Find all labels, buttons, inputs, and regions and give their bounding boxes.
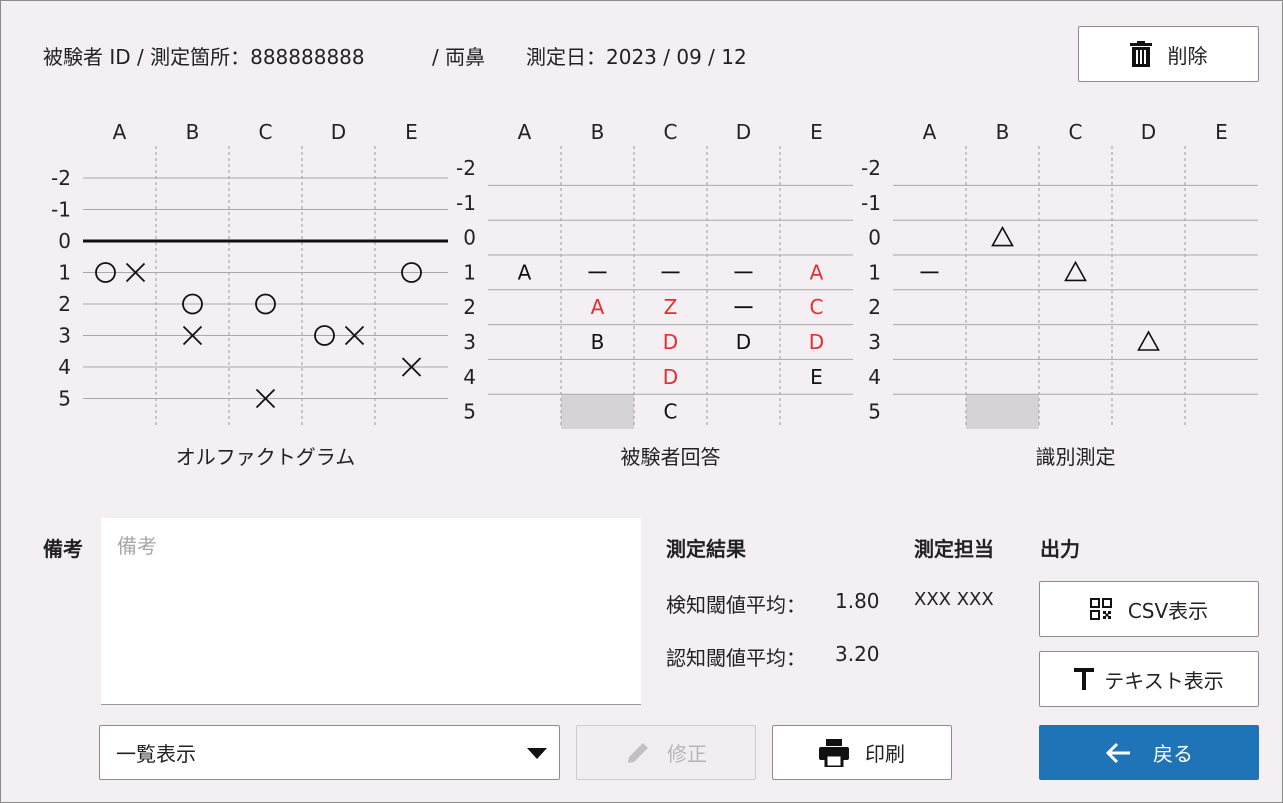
olfactogram-col-label-A: A — [113, 120, 127, 144]
results-title: 測定結果 — [666, 537, 746, 561]
identification-col-label-C: C — [1069, 120, 1083, 144]
answers-answer-mark: C — [810, 295, 824, 319]
answers-answer-mark: Z — [664, 295, 678, 319]
edit-label: 修正 — [667, 742, 707, 766]
identification-triangle-mark — [1137, 330, 1160, 351]
view-mode-value: 一覧表示 — [116, 742, 196, 766]
answers-answer-mark: D — [663, 365, 678, 389]
answers-row-label: 5 — [463, 400, 476, 424]
olfactogram-row-label: 0 — [58, 229, 71, 253]
identification-col-label-A: A — [923, 120, 937, 144]
identification-col-label-E: E — [1215, 120, 1228, 144]
answers-col-label-D: D — [736, 120, 751, 144]
olfactogram-col-label-B: B — [186, 120, 200, 144]
answers-answer-mark: D — [663, 330, 678, 354]
identification-triangle-mark — [1064, 260, 1087, 282]
arrow-left-icon — [1105, 742, 1131, 764]
answers-row-label: 0 — [463, 226, 476, 250]
identification-col-label-D: D — [1141, 120, 1156, 144]
detection-threshold-value: 1.80 — [835, 589, 880, 613]
identification-row-label: 3 — [868, 330, 881, 354]
identification-row-label: 5 — [868, 400, 881, 424]
answers-answer-mark: E — [810, 365, 823, 389]
view-mode-select[interactable]: 一覧表示 — [99, 725, 560, 780]
answers-col-label-A: A — [518, 120, 532, 144]
answers-col-label-E: E — [810, 120, 823, 144]
charts-area: A B C D E-2-1012345オルファクトグラムA B C D E-2-1012345A… — [51, 120, 1258, 469]
staff-title: 測定担当 — [914, 537, 994, 561]
staff-name: XXX XXX — [914, 589, 994, 610]
edit-button[interactable]: 修正 — [576, 725, 756, 780]
answers-title: 被験者回答 — [621, 445, 721, 469]
text-view-button[interactable]: テキスト表示 — [1039, 651, 1259, 707]
answers-answer-mark: B — [591, 330, 605, 354]
printer-icon — [819, 738, 849, 767]
memo-label: 備考 — [43, 537, 83, 561]
answers-row-label: 1 — [463, 260, 476, 284]
olfactogram-col-label-E: E — [405, 120, 418, 144]
identification-col-label-B: B — [996, 120, 1010, 144]
memo-textarea[interactable] — [101, 518, 641, 705]
identification-row-label: -1 — [861, 191, 881, 215]
olfactogram-row-label: 2 — [58, 292, 71, 316]
print-label: 印刷 — [865, 742, 905, 766]
olfactogram-row-label: -2 — [51, 166, 71, 190]
olfactogram-row-label: -1 — [51, 198, 71, 222]
answers-shaded-cell — [561, 394, 634, 429]
recognition-threshold-label: 認知閾値平均： — [666, 646, 806, 670]
qr-icon — [1089, 598, 1112, 620]
csv-view-label: CSV表示 — [1127, 598, 1209, 623]
identification-triangle-mark — [991, 225, 1014, 247]
olfactogram-col-label-D: D — [331, 120, 346, 144]
output-title: 出力 — [1040, 537, 1080, 561]
olfactogram-row-label: 1 — [58, 261, 71, 285]
answers-answer-mark: D — [736, 330, 751, 354]
answers-row-label: 3 — [463, 330, 476, 354]
identification-title: 識別測定 — [1036, 445, 1116, 469]
identification-row-label: 0 — [868, 226, 881, 250]
answers-col-label-C: C — [664, 120, 678, 144]
olfactogram-title: オルファクトグラム — [176, 445, 355, 469]
answers-answer-mark: A — [591, 295, 605, 319]
csv-view-button[interactable]: CSV表示 — [1039, 581, 1259, 637]
answers-answer-mark: A — [518, 260, 532, 284]
answers-answer-mark: A — [810, 260, 824, 284]
answers-row-label: 2 — [463, 295, 476, 319]
print-button[interactable]: 印刷 — [772, 725, 952, 780]
detection-threshold-label: 検知閾値平均： — [666, 593, 806, 617]
recognition-threshold-value: 3.20 — [835, 642, 880, 666]
identification-row-label: 4 — [868, 365, 881, 389]
caret-down-icon — [527, 748, 547, 759]
text-view-label: テキスト表示 — [1104, 668, 1224, 693]
answers-answer-mark: C — [664, 400, 678, 424]
identification-shaded-cell — [966, 394, 1039, 429]
app-window: 被験者 ID / 測定箇所：888888888 / 両鼻 測定日：2023 / … — [0, 0, 1283, 803]
olfactogram-col-label-C: C — [259, 120, 273, 144]
back-label: 戻る — [1153, 742, 1193, 766]
olfactogram-row-label: 5 — [58, 387, 71, 411]
pencil-icon — [625, 740, 651, 766]
back-button[interactable]: 戻る — [1039, 725, 1259, 780]
identification-row-label: 2 — [868, 295, 881, 319]
answers-col-label-B: B — [591, 120, 605, 144]
answers-row-label: -2 — [456, 156, 476, 180]
answers-row-label: -1 — [456, 191, 476, 215]
olfactogram-row-label: 4 — [58, 355, 71, 379]
answers-answer-mark: D — [809, 330, 824, 354]
answers-row-label: 4 — [463, 365, 476, 389]
olfactogram-row-label: 3 — [58, 324, 71, 348]
identification-row-label: -2 — [861, 156, 881, 180]
text-t-icon — [1074, 668, 1095, 690]
identification-row-label: 1 — [868, 260, 881, 284]
